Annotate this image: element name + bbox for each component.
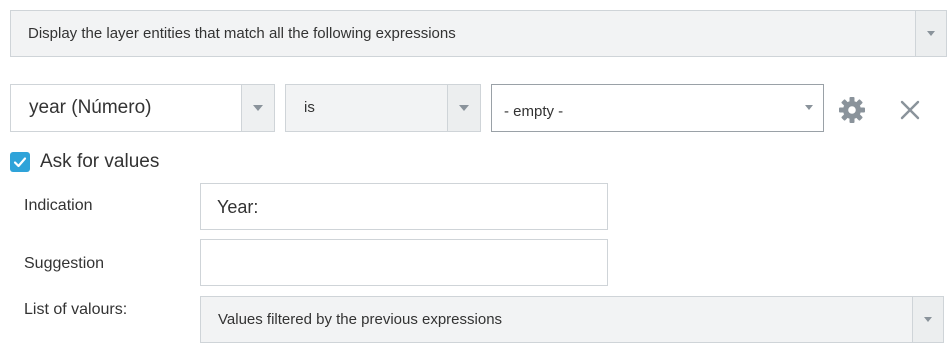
match-mode-select[interactable]: Display the layer entities that match al… (10, 10, 947, 57)
checkbox-checked-icon[interactable] (10, 152, 30, 172)
value-select[interactable]: - empty - (491, 84, 824, 132)
close-icon[interactable] (897, 97, 923, 123)
list-of-values-value: Values filtered by the previous expressi… (218, 311, 503, 328)
indication-label: Indication (24, 197, 93, 214)
match-mode-dropdown-button[interactable] (915, 11, 946, 56)
operator-dropdown-button[interactable] (447, 85, 480, 131)
operator-select[interactable]: is (285, 84, 481, 132)
ask-for-values-checkbox[interactable]: Ask for values (10, 150, 200, 174)
field-select-value: year (Número) (29, 97, 152, 118)
match-mode-value: Display the layer entities that match al… (28, 25, 456, 42)
suggestion-label: Suggestion (24, 255, 105, 272)
suggestion-input[interactable] (200, 239, 608, 286)
chevron-down-icon[interactable] (805, 105, 813, 110)
indication-input-value: Year: (217, 197, 259, 217)
ask-for-values-label: Ask for values (40, 151, 160, 172)
field-dropdown-button[interactable] (241, 85, 274, 131)
operator-select-value: is (304, 99, 315, 116)
chevron-down-icon (924, 317, 932, 322)
list-of-values-dropdown-button[interactable] (912, 297, 943, 342)
field-select[interactable]: year (Número) (10, 84, 275, 132)
value-select-value: - empty - (504, 102, 564, 120)
chevron-down-icon (927, 31, 935, 36)
gear-icon[interactable] (838, 96, 866, 124)
indication-input[interactable]: Year: (200, 183, 608, 230)
chevron-down-icon (253, 105, 263, 111)
list-of-values-label: List of valours: (24, 301, 128, 318)
list-of-values-select[interactable]: Values filtered by the previous expressi… (200, 296, 944, 343)
chevron-down-icon (459, 105, 469, 111)
